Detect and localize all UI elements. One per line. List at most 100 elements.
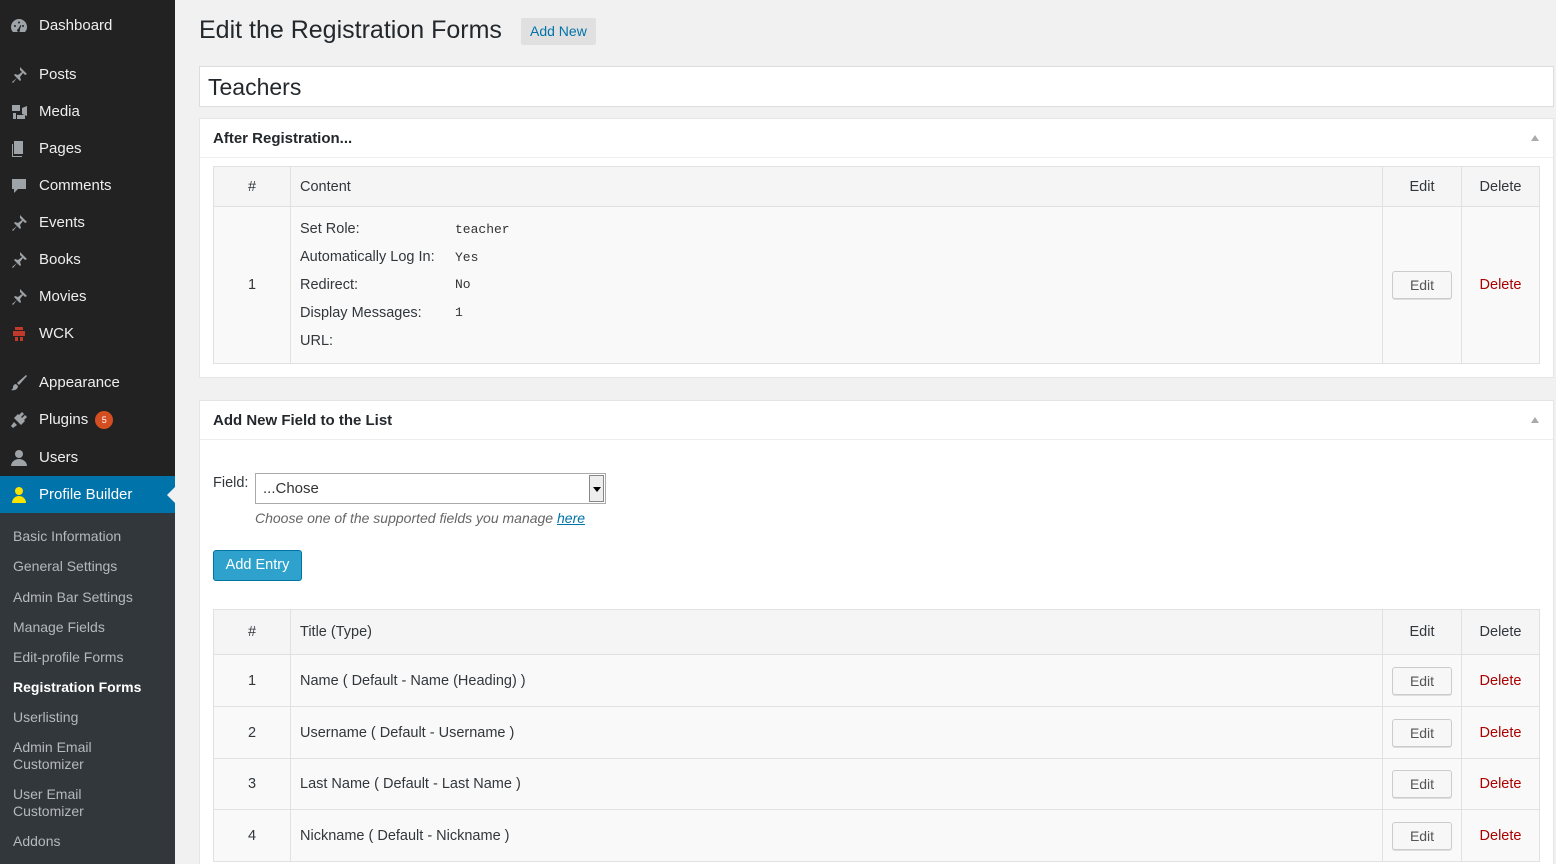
delete-link[interactable]: Delete [1480, 828, 1522, 844]
users-icon [9, 448, 29, 468]
setting-display-messages: Display Messages: 1 [300, 299, 1382, 327]
menu-label: Pages [39, 140, 82, 157]
menu-item-movies[interactable]: Movies [0, 278, 175, 315]
after-registration-heading[interactable]: After Registration... [200, 119, 1553, 158]
row-number: 1 [213, 206, 291, 364]
field-select[interactable]: ...Chose [255, 473, 606, 504]
menu-item-comments[interactable]: Comments [0, 167, 175, 204]
delete-link[interactable]: Delete [1480, 673, 1522, 689]
row-number: 2 [213, 706, 291, 759]
table-row: 2 Username ( Default - Username ) Edit D… [213, 706, 1540, 759]
edit-cell: Edit [1382, 206, 1462, 364]
menu-item-media[interactable]: Media [0, 93, 175, 130]
delete-cell: Delete [1461, 654, 1540, 707]
add-entry-button[interactable]: Add Entry [213, 550, 302, 581]
column-header-num: # [213, 609, 291, 655]
submenu-admin-email-customizer[interactable]: Admin Email Customizer [13, 739, 123, 773]
add-new-field-heading[interactable]: Add New Field to the List [200, 401, 1553, 440]
menu-item-appearance[interactable]: Appearance [0, 364, 175, 401]
delete-link[interactable]: Delete [1480, 776, 1522, 792]
submenu-registration-forms[interactable]: Registration Forms [13, 679, 173, 696]
delete-cell: Delete [1461, 706, 1540, 759]
add-new-field-box: Add New Field to the List Field: ...Chos… [199, 400, 1554, 864]
paintbrush-icon [9, 373, 29, 393]
submenu-manage-fields[interactable]: Manage Fields [13, 619, 173, 636]
setting-set-role: Set Role: teacher [300, 216, 1382, 244]
help-link[interactable]: here [557, 510, 585, 526]
menu-label: Events [39, 214, 85, 231]
form-title-input[interactable]: Teachers [199, 66, 1554, 107]
pushpin-icon [9, 287, 29, 307]
table-row: 1 Name ( Default - Name (Heading) ) Edit… [213, 654, 1540, 707]
menu-label: Profile Builder [39, 486, 133, 503]
setting-key: Redirect: [300, 276, 359, 293]
edit-cell: Edit [1382, 809, 1462, 862]
setting-url: URL: [300, 327, 1382, 355]
setting-value: teacher [455, 221, 510, 237]
menu-label: Movies [39, 288, 87, 305]
delete-cell: Delete [1461, 809, 1540, 862]
row-title: Username ( Default - Username ) [290, 706, 1383, 759]
edit-button[interactable]: Edit [1392, 770, 1452, 798]
chevron-down-icon[interactable] [589, 475, 604, 502]
submenu-edit-profile-forms[interactable]: Edit-profile Forms [13, 649, 173, 666]
menu-item-wck[interactable]: WCK [0, 315, 175, 352]
menu-label: WCK [39, 325, 74, 342]
submenu-admin-bar-settings[interactable]: Admin Bar Settings [13, 589, 173, 606]
edit-button[interactable]: Edit [1392, 821, 1452, 850]
menu-item-pages[interactable]: Pages [0, 130, 175, 167]
table-row: 1 Set Role: teacher Automatically Log In:… [213, 206, 1540, 364]
column-header-num: # [213, 166, 291, 207]
column-header-title: Title (Type) [290, 609, 1383, 655]
media-icon [9, 102, 29, 122]
row-title: Nickname ( Default - Nickname ) [290, 809, 1383, 862]
edit-button[interactable]: Edit [1392, 718, 1452, 747]
menu-label: Appearance [39, 374, 120, 391]
menu-item-books[interactable]: Books [0, 241, 175, 278]
delete-link[interactable]: Delete [1480, 725, 1522, 741]
column-header-edit: Edit [1382, 609, 1462, 655]
row-number: 1 [213, 654, 291, 707]
submenu-userlisting[interactable]: Userlisting [13, 709, 173, 726]
table-header-row: # Title (Type) Edit Delete [213, 609, 1540, 655]
menu-item-dashboard[interactable]: Dashboard [0, 7, 175, 44]
after-registration-table: # Content Edit Delete 1 Set Role: teacher… [213, 166, 1540, 364]
setting-value: 1 [455, 305, 463, 321]
edit-cell: Edit [1382, 758, 1462, 810]
menu-item-posts[interactable]: Posts [0, 56, 175, 93]
column-header-delete: Delete [1461, 166, 1540, 207]
edit-button[interactable]: Edit [1392, 271, 1452, 299]
setting-auto-login: Automatically Log In: Yes [300, 243, 1382, 271]
menu-item-events[interactable]: Events [0, 204, 175, 241]
help-text: Choose one of the supported fields you m… [255, 510, 554, 526]
menu-label: Comments [39, 177, 112, 194]
field-help-text: Choose one of the supported fields you m… [255, 510, 585, 526]
fields-table: # Title (Type) Edit Delete 1 Name ( Defa… [213, 609, 1540, 862]
menu-item-users[interactable]: Users [0, 439, 175, 476]
postbox-title: After Registration... [213, 129, 353, 147]
add-new-button[interactable]: Add New [521, 18, 596, 45]
edit-button[interactable]: Edit [1392, 666, 1452, 695]
pushpin-icon [9, 250, 29, 270]
row-title: Last Name ( Default - Last Name ) [290, 758, 1383, 810]
pushpin-icon [9, 65, 29, 85]
menu-item-profile-builder[interactable]: Profile Builder [0, 476, 175, 513]
setting-key: Set Role: [300, 221, 360, 238]
submenu-general-settings[interactable]: General Settings [13, 558, 173, 575]
submenu-user-email-customizer[interactable]: User Email Customizer [13, 786, 123, 820]
submenu-addons[interactable]: Addons [13, 833, 173, 850]
table-row: 4 Nickname ( Default - Nickname ) Edit D… [213, 809, 1540, 862]
collapse-arrow-icon[interactable] [1531, 417, 1539, 423]
pages-icon [9, 139, 29, 159]
plugin-icon [9, 410, 29, 430]
menu-label: Media [39, 103, 80, 120]
menu-label: Users [39, 449, 79, 466]
after-registration-box: After Registration... # Content Edit Del… [199, 118, 1554, 378]
menu-item-plugins[interactable]: Plugins 5 [0, 401, 175, 438]
delete-link[interactable]: Delete [1480, 277, 1522, 293]
postbox-title: Add New Field to the List [213, 411, 393, 429]
submenu-basic-information[interactable]: Basic Information [13, 528, 173, 545]
column-header-delete: Delete [1461, 609, 1540, 655]
collapse-arrow-icon[interactable] [1531, 135, 1539, 141]
page-title: Edit the Registration Forms [199, 16, 502, 44]
